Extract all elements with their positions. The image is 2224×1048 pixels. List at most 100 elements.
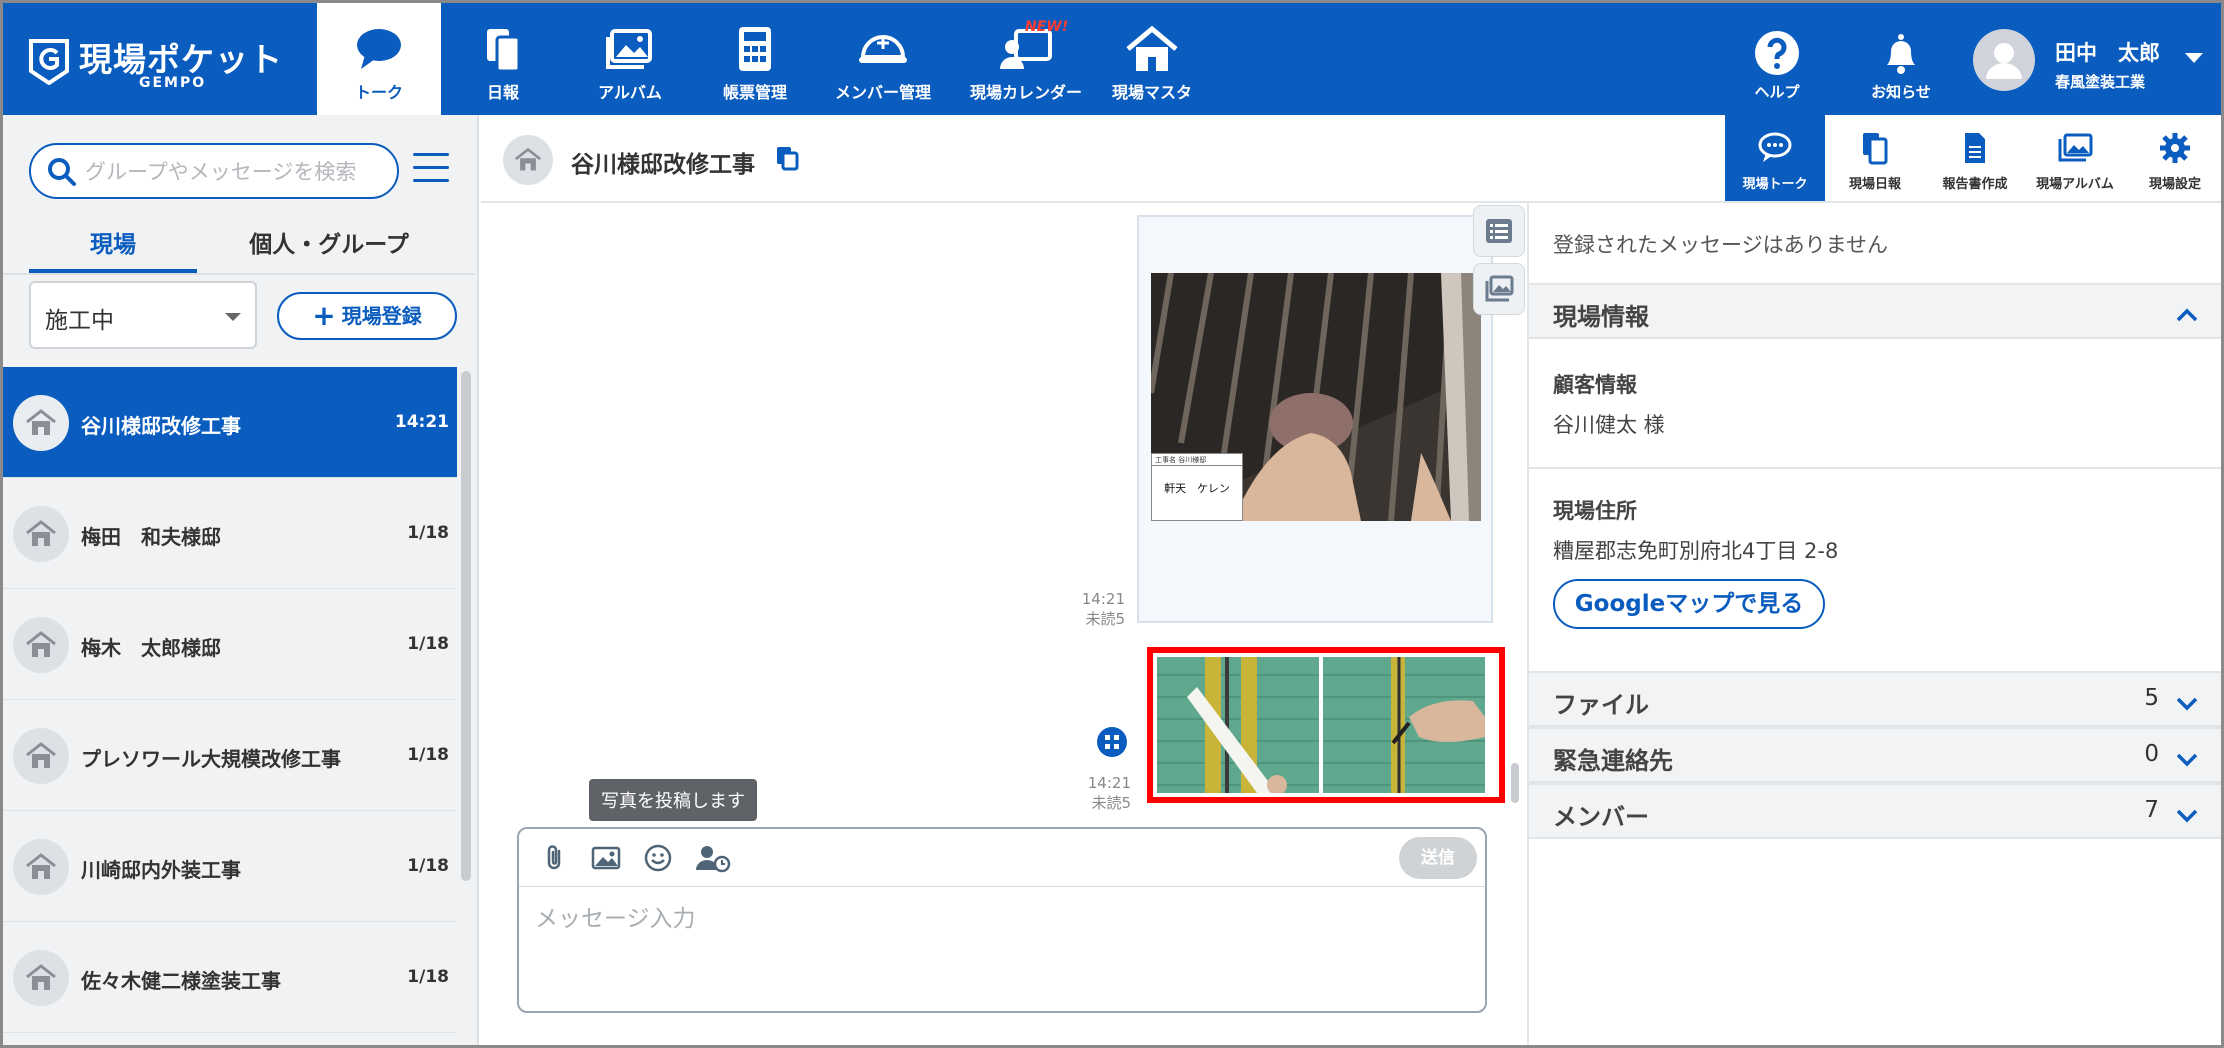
tool-site-settings[interactable]: 現場設定 <box>2125 115 2221 201</box>
notifications-button[interactable]: お知らせ <box>1841 3 1961 115</box>
site-avatar <box>13 506 69 562</box>
tool-site-daily-report-label: 現場日報 <box>1848 177 1901 192</box>
daily-report-icon <box>1863 133 1888 165</box>
site-date: 1/18 <box>407 745 449 765</box>
nav-album[interactable]: アルバム <box>565 3 695 115</box>
message-input[interactable] <box>535 899 1465 999</box>
tool-site-daily-report[interactable]: 現場日報 <box>1825 115 1925 201</box>
house-icon <box>26 631 56 657</box>
emergency-contacts-section[interactable]: 緊急連絡先 0 <box>1529 727 2221 783</box>
nav-daily-report[interactable]: 日報 <box>441 3 565 115</box>
add-site-button[interactable]: + 現場登録 <box>277 292 457 340</box>
nav-talk-label: トーク <box>354 83 403 102</box>
tab-personal-groups[interactable]: 個人・グループ <box>219 225 439 273</box>
logo-mark-icon <box>29 39 69 85</box>
house-icon <box>26 520 56 546</box>
message-composer: 送信 <box>517 827 1487 1013</box>
chevron-down-icon <box>225 313 241 321</box>
tool-site-talk[interactable]: 現場トーク <box>1725 115 1825 201</box>
address-value: 糟屋郡志免町別府北4丁目 2-8 <box>1553 539 1839 563</box>
help-button[interactable]: ヘルプ <box>1717 3 1837 115</box>
list-item[interactable]: 佐々木健二様塗装工事 1/18 <box>3 922 457 1033</box>
bell-icon <box>1887 34 1915 74</box>
sidebar-scrollbar[interactable] <box>461 371 471 881</box>
chat-header: 谷川様邸改修工事 現場トーク 現場日報 報告書作成 現場アルバム 現場設定 <box>481 115 2221 203</box>
page-title: 谷川様邸改修工事 <box>571 152 755 178</box>
site-name: 梅木 太郎様邸 <box>81 636 221 660</box>
photo-signboard: 工事名 谷川様邸 軒天 ケレン <box>1151 453 1243 521</box>
message-meta: 14:21 未読5 <box>1061 773 1131 813</box>
site-name: 谷川様邸改修工事 <box>81 414 241 438</box>
list-item[interactable]: プレソワール大規模改修工事 1/18 <box>3 700 457 811</box>
user-menu[interactable]: 田中 太郎 春風塗装工業 <box>1973 3 2213 115</box>
chat-scrollbar[interactable] <box>1511 763 1519 803</box>
app-window: 現場ポケット GEMPO トーク 日報 アルバム 帳票管理 メンバー管理 現場カ… <box>0 0 2224 1048</box>
chevron-down-icon <box>2185 53 2203 63</box>
tool-site-talk-label: 現場トーク <box>1742 177 1808 192</box>
copy-icon[interactable] <box>775 145 799 171</box>
add-site-label: 現場登録 <box>341 304 422 328</box>
nav-forms[interactable]: 帳票管理 <box>695 3 815 115</box>
members-count: 7 <box>2144 797 2159 823</box>
site-toolbar: 現場トーク 現場日報 報告書作成 現場アルバム 現場設定 <box>1725 115 2221 201</box>
chat-icon <box>357 29 401 69</box>
message-menu-icon[interactable] <box>1097 727 1127 757</box>
unread-count: 未読5 <box>1091 794 1131 812</box>
no-messages-text: 登録されたメッセージはありません <box>1553 233 1888 257</box>
site-date: 1/18 <box>407 967 449 987</box>
site-name: 梅田 和夫様邸 <box>81 525 221 549</box>
nav-site-master[interactable]: 現場マスタ <box>1101 3 1203 115</box>
message-meta: 14:21 未読5 <box>1055 589 1125 629</box>
emoji-icon[interactable] <box>643 843 673 873</box>
site-name: 佐々木健二様塗装工事 <box>81 969 281 993</box>
site-list: 谷川様邸改修工事 14:21 梅田 和夫様邸 1/18 梅木 太郎様邸 1/18 <box>3 367 459 1045</box>
nav-member-management[interactable]: メンバー管理 <box>815 3 951 115</box>
list-item[interactable]: 梅木 太郎様邸 1/18 <box>3 589 457 700</box>
members-section[interactable]: メンバー 7 <box>1529 783 2221 839</box>
site-info-panel: 登録されたメッセージはありません 現場情報 顧客情報 谷川健太 様 現場住所 糟… <box>1527 203 2221 1045</box>
album-icon <box>606 29 652 69</box>
paperclip-icon[interactable] <box>539 843 569 873</box>
house-icon <box>26 853 56 879</box>
tool-site-settings-label: 現場設定 <box>2148 177 2201 192</box>
image-icon[interactable] <box>591 843 621 873</box>
app-logo[interactable]: 現場ポケット GEMPO <box>27 33 282 93</box>
site-info-section[interactable]: 現場情報 <box>1529 283 2221 339</box>
emergency-contacts-label: 緊急連絡先 <box>1553 747 1673 775</box>
status-select[interactable]: 施工中 <box>29 281 257 349</box>
scheduled-member-icon[interactable] <box>695 843 731 873</box>
search-input[interactable] <box>85 155 385 189</box>
tool-site-album-label: 現場アルバム <box>2036 177 2114 192</box>
avatar <box>1973 29 2035 91</box>
nav-talk[interactable]: トーク <box>317 3 441 115</box>
user-company: 春風塗装工業 <box>2055 73 2146 91</box>
house-icon <box>26 742 56 768</box>
help-icon <box>1755 31 1799 75</box>
site-avatar <box>13 395 69 451</box>
tab-sites[interactable]: 現場 <box>29 225 197 273</box>
nav-site-calendar[interactable]: 現場カレンダー NEW! <box>951 3 1101 115</box>
files-section[interactable]: ファイル 5 <box>1529 671 2221 727</box>
menu-icon[interactable] <box>413 153 449 185</box>
emergency-contacts-count: 0 <box>2144 741 2159 767</box>
photo-pair-message[interactable] <box>1147 647 1505 803</box>
list-item[interactable]: 川崎邸内外装工事 1/18 <box>3 811 457 922</box>
photo-list-button[interactable] <box>1473 263 1525 315</box>
site-date: 1/18 <box>407 634 449 654</box>
site-avatar <box>13 839 69 895</box>
photo-message[interactable]: 工事名 谷川様邸 軒天 ケレン <box>1137 215 1493 623</box>
tool-site-album[interactable]: 現場アルバム <box>2025 115 2125 201</box>
message-time: 14:21 <box>1087 774 1131 792</box>
site-avatar <box>13 617 69 673</box>
list-item[interactable]: 梅田 和夫様邸 1/18 <box>3 478 457 589</box>
tool-report-creation[interactable]: 報告書作成 <box>1925 115 2025 201</box>
list-item[interactable]: 谷川様邸改修工事 14:21 <box>3 367 457 478</box>
customer-value: 谷川健太 様 <box>1553 413 1665 437</box>
google-maps-button[interactable]: Googleマップで見る <box>1553 579 1825 629</box>
wall-photo <box>1323 657 1485 793</box>
send-button[interactable]: 送信 <box>1399 837 1477 879</box>
photo-image <box>1157 657 1319 793</box>
message-list-button[interactable] <box>1473 205 1525 257</box>
search-box[interactable] <box>29 143 399 199</box>
logo-subtitle: GEMPO <box>139 75 207 91</box>
